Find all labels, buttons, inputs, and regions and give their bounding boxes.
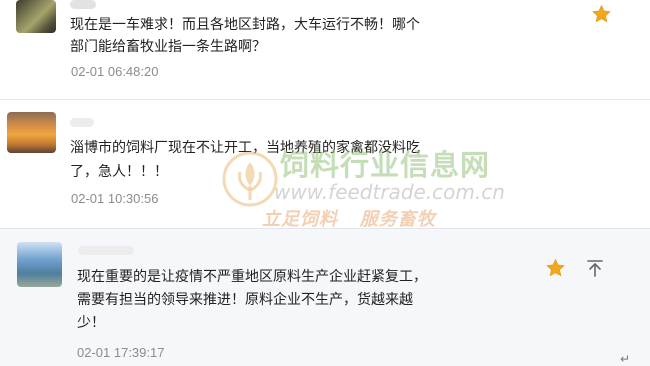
comment-text: 淄博市的饲料厂现在不让开工，当地养殖的家禽都没料吃 了，急人！！！ [70, 140, 420, 180]
user-name-blurred [70, 0, 96, 9]
pin-top-icon[interactable] [585, 258, 605, 278]
comment-list: 现在是一车难求！而且各地区封路，大车运行不畅！哪个 部门能给畜牧业指一条生路啊？… [0, 0, 650, 366]
user-name-blurred [78, 246, 134, 255]
comment-time: 02-01 17:39:17 [77, 345, 165, 360]
star-icon[interactable] [591, 4, 612, 24]
star-icon[interactable] [545, 258, 566, 278]
user-name-blurred [70, 118, 94, 127]
comment-time: 02-01 06:48:20 [71, 64, 159, 79]
comment-text: 现在是一车难求！而且各地区封路，大车运行不畅！哪个 部门能给畜牧业指一条生路啊？ [70, 17, 420, 55]
avatar[interactable] [7, 112, 56, 153]
comment-text: 现在重要的是让疫情不严重地区原料生产企业赶紧复工， 需要有担当的领导来推进！原料… [77, 269, 427, 331]
comment-time: 02-01 10:30:56 [71, 191, 159, 206]
avatar[interactable] [17, 242, 62, 287]
avatar[interactable] [16, 0, 56, 33]
return-mark: ↵ [620, 352, 631, 366]
